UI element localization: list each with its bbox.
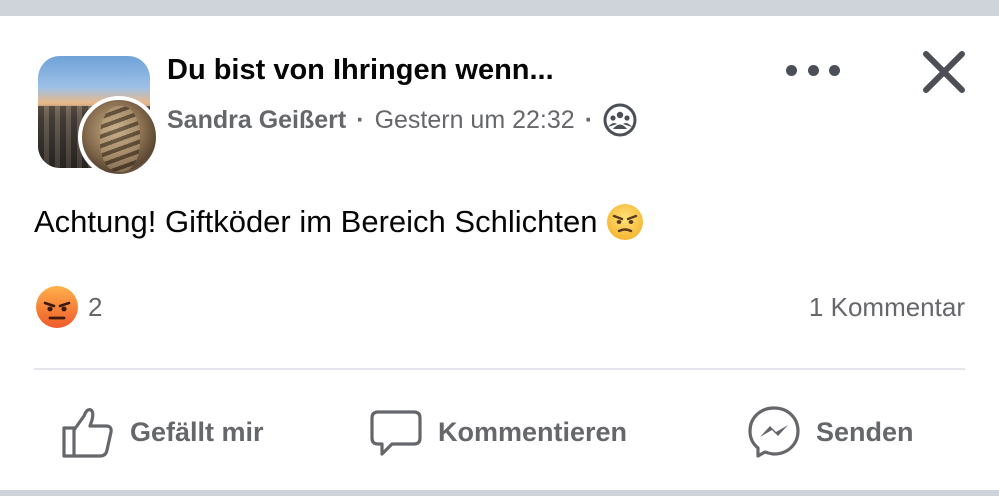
reaction-count[interactable]: 2 — [88, 292, 102, 323]
comment-button[interactable]: Kommentieren — [368, 402, 627, 462]
close-icon[interactable] — [918, 46, 970, 98]
bottom-chrome-bar — [0, 490, 999, 496]
weary-face-emoji — [605, 202, 645, 242]
comment-label: Kommentieren — [438, 416, 628, 447]
like-label: Gefällt mir — [130, 416, 264, 447]
group-name-link[interactable]: Du bist von Ihringen wenn... — [167, 54, 554, 87]
post-text-content: Achtung! Giftköder im Bereich Schlichten — [34, 204, 598, 239]
send-label: Senden — [816, 416, 914, 447]
divider — [34, 368, 965, 370]
comment-count-link[interactable]: 1 Kommentar — [809, 292, 965, 323]
thumbs-up-icon — [62, 408, 113, 458]
top-chrome-bar — [0, 0, 999, 16]
post-meta: Sandra Geißert · Gestern um 22:32 · — [167, 103, 637, 137]
author-name-link[interactable]: Sandra Geißert — [167, 106, 346, 135]
post-card: Du bist von Ihringen wenn... Sandra Geiß… — [0, 16, 999, 490]
more-options-icon[interactable] — [786, 58, 840, 82]
meta-separator: · — [356, 105, 365, 134]
group-members-icon — [603, 103, 637, 137]
speech-bubble-icon — [370, 410, 422, 456]
messenger-icon — [748, 406, 800, 458]
post-text: Achtung! Giftköder im Bereich Schlichten — [34, 202, 645, 242]
like-button[interactable]: Gefällt mir — [60, 402, 264, 462]
meta-separator: · — [584, 105, 594, 134]
angry-reaction-icon[interactable] — [34, 284, 80, 330]
author-avatar-image — [100, 106, 140, 172]
author-avatar[interactable] — [78, 96, 160, 178]
send-button[interactable]: Senden — [746, 402, 914, 462]
post-timestamp[interactable]: Gestern um 22:32 — [375, 106, 575, 135]
